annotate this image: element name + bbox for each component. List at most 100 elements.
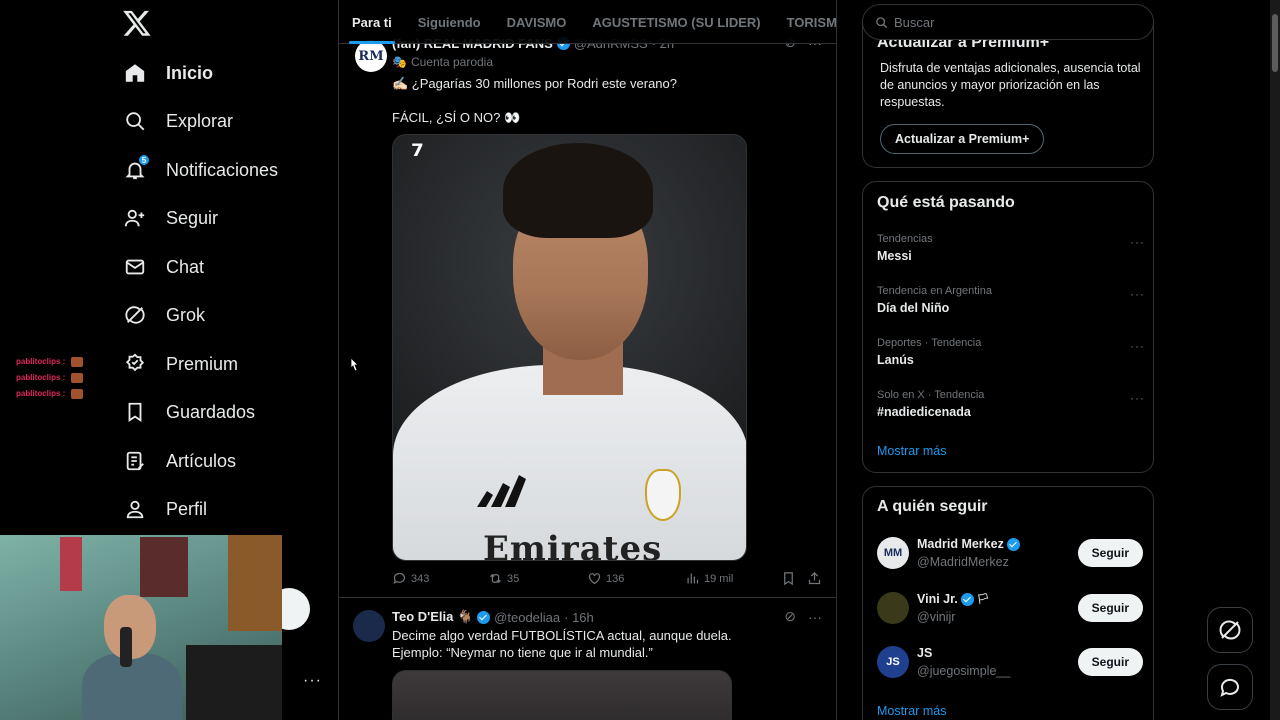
author-handle[interactable]: @teodeliaa bbox=[494, 610, 560, 625]
trend-meta: Solo en X · Tendencia bbox=[877, 389, 985, 401]
more-icon[interactable]: ··· bbox=[1130, 339, 1145, 353]
search-icon bbox=[122, 108, 148, 134]
follow-button[interactable]: Seguir bbox=[1077, 648, 1143, 676]
tab-davismo[interactable]: DAVISMO bbox=[494, 0, 580, 44]
tab-siguiendo[interactable]: Siguiendo bbox=[405, 0, 494, 44]
nav-grok[interactable]: Grok bbox=[122, 294, 205, 336]
trend-name: Día del Niño bbox=[877, 301, 950, 315]
add-person-icon bbox=[122, 205, 148, 231]
follow-name[interactable]: Madrid Merkez bbox=[917, 537, 1020, 551]
more-icon[interactable]: ··· bbox=[1130, 287, 1145, 301]
post[interactable]: Teo D'Elia 🐐 @teodeliaa · 16h ⊘ ··· Deci… bbox=[339, 598, 836, 720]
scrollbar[interactable] bbox=[1270, 0, 1280, 720]
more-icon[interactable]: ··· bbox=[1130, 235, 1145, 249]
trend-name: Messi bbox=[877, 249, 912, 263]
more-icon[interactable]: ··· bbox=[808, 609, 822, 625]
emote-icon bbox=[71, 357, 84, 367]
reply-button[interactable]: 343 bbox=[392, 571, 429, 586]
nav-profile[interactable]: Perfil bbox=[122, 488, 207, 530]
trends-show-more-link[interactable]: Mostrar más bbox=[877, 444, 946, 458]
post-controls: ⊘ ··· bbox=[784, 608, 822, 625]
post-text-line: Ejemplo: “Neymar no tiene que ir al mund… bbox=[392, 645, 653, 660]
wall-poster bbox=[228, 535, 282, 631]
avatar[interactable]: RM bbox=[355, 40, 387, 72]
adidas-logo-icon bbox=[477, 475, 526, 507]
follow-name[interactable]: Vini Jr. 🏳 bbox=[917, 592, 989, 606]
trend-item[interactable]: Solo en X · Tendencia #nadiedicenada ··· bbox=[877, 389, 1145, 419]
avatar[interactable] bbox=[353, 610, 385, 642]
nav-label: Perfil bbox=[166, 498, 208, 519]
trend-meta: Tendencias bbox=[877, 233, 933, 245]
author-name[interactable]: Teo D'Elia 🐐 bbox=[392, 609, 473, 625]
repost-button[interactable]: 35 bbox=[488, 571, 519, 586]
badge-icon: 🏳 bbox=[976, 593, 990, 605]
tab-para-ti[interactable]: Para ti bbox=[339, 0, 405, 44]
share-button[interactable] bbox=[807, 571, 822, 586]
avatar[interactable]: JS bbox=[877, 646, 909, 678]
follow-button[interactable]: Seguir bbox=[1077, 539, 1143, 567]
follow-suggestion[interactable]: MM Madrid Merkez @MadridMerkez Seguir bbox=[877, 537, 1143, 573]
chat-line: pablitoclips : bbox=[16, 354, 84, 370]
person-icon bbox=[122, 496, 148, 522]
post-header: Teo D'Elia 🐐 @teodeliaa · 16h bbox=[392, 609, 594, 625]
post-image[interactable] bbox=[392, 670, 732, 720]
tab-torismo[interactable]: TORISMO bbox=[774, 0, 836, 44]
follow-name[interactable]: JS bbox=[917, 646, 932, 660]
like-button[interactable]: 136 bbox=[587, 571, 624, 586]
verified-icon bbox=[960, 592, 974, 606]
nav-label: Artículos bbox=[166, 450, 237, 471]
more-icon[interactable]: ··· bbox=[1130, 391, 1145, 405]
scrollbar-thumb[interactable] bbox=[1272, 14, 1278, 72]
post-actions: 343 35 136 19 mil bbox=[392, 571, 824, 587]
trends-card: Qué está pasando Tendencias Messi ··· Te… bbox=[862, 181, 1154, 473]
verified-icon bbox=[477, 610, 491, 624]
x-logo-icon[interactable] bbox=[122, 8, 152, 38]
monitor bbox=[186, 645, 282, 720]
stream-chat-overlay: pablitoclips : pablitoclips : pablitocli… bbox=[16, 354, 84, 402]
follow-suggestion[interactable]: Vini Jr. 🏳 @vinijr Seguir bbox=[877, 592, 1143, 628]
messages-button[interactable] bbox=[1207, 664, 1253, 710]
post-image[interactable]: ⁷ Emirates bbox=[392, 134, 747, 561]
nav-notifications[interactable]: 5 Notificaciones bbox=[122, 149, 278, 191]
nav-home[interactable]: Inicio bbox=[122, 52, 213, 94]
grok-button[interactable] bbox=[1207, 607, 1253, 653]
views-button[interactable]: 19 mil bbox=[685, 571, 733, 586]
nav-articles[interactable]: Artículos bbox=[122, 440, 236, 482]
mask-icon: 🎭 bbox=[392, 55, 407, 69]
trend-name: Lanús bbox=[877, 353, 914, 367]
search-input[interactable]: Buscar bbox=[894, 15, 934, 30]
follow-show-more-link[interactable]: Mostrar más bbox=[877, 704, 946, 718]
trend-item[interactable]: Tendencia en Argentina Día del Niño ··· bbox=[877, 285, 1145, 315]
search-icon bbox=[876, 16, 888, 28]
follow-handle[interactable]: @vinijr bbox=[917, 610, 955, 624]
post-text-line: FÁCIL, ¿SÍ O NO? 👀 bbox=[392, 110, 521, 125]
avatar[interactable]: MM bbox=[877, 537, 909, 569]
grok-icon[interactable]: ⊘ bbox=[784, 608, 796, 625]
club-crest-icon bbox=[645, 469, 681, 521]
avatar[interactable] bbox=[877, 592, 909, 624]
search-bar[interactable]: Buscar bbox=[862, 4, 1154, 40]
tab-agustetismo[interactable]: AGUSTETISMO (SU LIDER) bbox=[579, 0, 773, 44]
mail-icon bbox=[122, 254, 148, 280]
main-feed: Para ti Siguiendo DAVISMO AGUSTETISMO (S… bbox=[338, 0, 837, 720]
nav-chat[interactable]: Chat bbox=[122, 246, 204, 288]
trend-item[interactable]: Deportes · Tendencia Lanús ··· bbox=[877, 337, 1145, 367]
nav-bookmarks[interactable]: Guardados bbox=[122, 391, 255, 433]
bookmark-button[interactable] bbox=[781, 571, 796, 586]
verified-icon bbox=[1006, 537, 1020, 551]
upgrade-premium-button[interactable]: Actualizar a Premium+ bbox=[880, 124, 1045, 154]
follow-handle[interactable]: @juegosimple__ bbox=[917, 664, 1010, 678]
nav-premium[interactable]: Premium bbox=[122, 343, 238, 385]
home-icon bbox=[122, 60, 148, 86]
trend-name: #nadiedicenada bbox=[877, 405, 971, 419]
account-more-icon[interactable]: ··· bbox=[303, 672, 322, 690]
post[interactable]: RM (fan) REAL MADRID FANS @AdnRMSS · 2h … bbox=[339, 30, 836, 598]
follow-suggestion[interactable]: JS JS @juegosimple__ Seguir bbox=[877, 646, 1143, 682]
nav-follow[interactable]: Seguir bbox=[122, 197, 218, 239]
post-text: Decime algo verdad FUTBOLÍSTICA actual, … bbox=[392, 627, 812, 661]
trend-item[interactable]: Tendencias Messi ··· bbox=[877, 233, 1145, 263]
post-time[interactable]: · 16h bbox=[564, 610, 594, 625]
follow-handle[interactable]: @MadridMerkez bbox=[917, 555, 1009, 569]
nav-explore[interactable]: Explorar bbox=[122, 100, 233, 142]
follow-button[interactable]: Seguir bbox=[1077, 594, 1143, 622]
